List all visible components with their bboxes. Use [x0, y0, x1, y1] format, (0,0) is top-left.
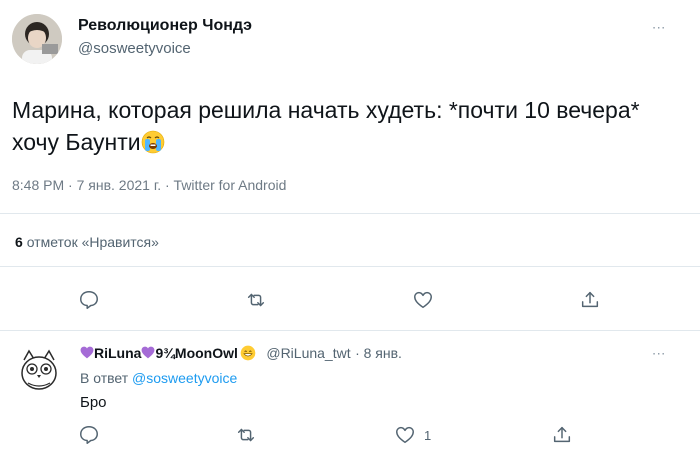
- tweet-more-icon[interactable]: ᐧᐧᐧ: [652, 20, 666, 37]
- divider: [0, 213, 700, 214]
- owl-avatar-image: [21, 349, 57, 390]
- author-handle[interactable]: @sosweetyvoice: [78, 40, 191, 57]
- likes-summary[interactable]: 6 отметок «Нравится»: [15, 234, 159, 250]
- tweet-meta: 8:48 PM · 7 янв. 2021 г. · Twitter for A…: [12, 177, 287, 193]
- like-icon[interactable]: [412, 289, 434, 311]
- reply-text: Бро: [80, 394, 107, 411]
- reply-more-icon[interactable]: ᐧᐧᐧ: [652, 346, 666, 363]
- grinning-face-emoji-icon: [240, 345, 256, 361]
- reply-to-line: В ответ @sosweetyvoice: [80, 370, 237, 386]
- share-icon[interactable]: [551, 424, 573, 446]
- reply-avatar[interactable]: [14, 345, 64, 395]
- reply-time[interactable]: · 8 янв.: [355, 345, 402, 361]
- tweet-text: Марина, которая решила начать худеть: *п…: [12, 94, 652, 158]
- like-icon[interactable]: [394, 424, 416, 446]
- reply-to-handle-link[interactable]: @sosweetyvoice: [132, 370, 237, 386]
- divider: [0, 266, 700, 267]
- crying-face-emoji-icon: [141, 130, 165, 154]
- reply-header: RiLuna 9¾MoonOwl @RiLuna_twt · 8 янв.: [80, 345, 402, 363]
- reply-name-part1[interactable]: RiLuna: [94, 345, 141, 361]
- share-icon[interactable]: [579, 289, 601, 311]
- tweet-text-body: Марина, которая решила начать худеть: *п…: [12, 97, 640, 155]
- reply-handle[interactable]: @RiLuna_twt: [266, 345, 350, 361]
- divider: [0, 330, 700, 331]
- likes-label: отметок «Нравится»: [26, 234, 159, 250]
- retweet-icon[interactable]: [245, 289, 267, 311]
- author-name[interactable]: Революционер Чондэ: [78, 17, 252, 35]
- retweet-icon[interactable]: [235, 424, 257, 446]
- author-avatar[interactable]: [12, 14, 62, 64]
- reply-name-part2[interactable]: 9¾MoonOwl: [155, 345, 237, 361]
- purple-heart-icon: [141, 346, 155, 359]
- avatar-image: [12, 14, 62, 64]
- reply-icon[interactable]: [78, 424, 100, 446]
- reply-icon[interactable]: [78, 289, 100, 311]
- reply-like-count: 1: [424, 428, 432, 443]
- likes-count: 6: [15, 234, 23, 250]
- reply-to-label: В ответ: [80, 370, 129, 386]
- purple-heart-icon: [80, 346, 94, 359]
